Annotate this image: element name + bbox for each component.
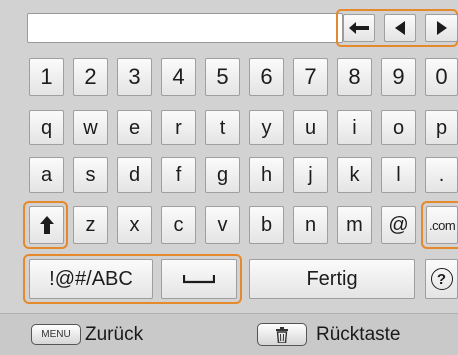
back-label: Zurück xyxy=(85,324,144,345)
keyboard-screen: 1 2 3 4 5 6 7 8 9 0 q w e r t y u i o p … xyxy=(0,0,458,355)
key-letter[interactable]: m xyxy=(337,206,372,244)
key-letter[interactable]: q xyxy=(29,110,64,145)
key-letter[interactable]: a xyxy=(29,157,64,193)
key-letter[interactable]: i xyxy=(337,110,372,145)
key-letter[interactable]: b xyxy=(249,206,284,244)
key-letter[interactable]: f xyxy=(161,157,196,193)
key-letter[interactable]: s xyxy=(73,157,108,193)
key-letter[interactable]: y xyxy=(249,110,284,145)
key-letter[interactable]: r xyxy=(161,110,196,145)
key-letter[interactable]: l xyxy=(381,157,416,193)
shift-arrow-icon xyxy=(39,216,54,234)
dotcom-key[interactable]: .com xyxy=(426,206,458,244)
key-digit[interactable]: 3 xyxy=(117,58,152,96)
key-letter[interactable]: x xyxy=(117,206,152,244)
key-at[interactable]: @ xyxy=(381,206,416,244)
backspace-arrow-button[interactable] xyxy=(343,14,375,42)
key-period[interactable]: . xyxy=(425,157,458,193)
key-digit[interactable]: 0 xyxy=(425,58,458,96)
key-letter[interactable]: k xyxy=(337,157,372,193)
key-letter[interactable]: z xyxy=(73,206,108,244)
backspace-arrow-icon xyxy=(349,22,369,34)
key-letter[interactable]: c xyxy=(161,206,196,244)
done-button[interactable]: Fertig xyxy=(249,259,415,299)
key-digit[interactable]: 6 xyxy=(249,58,284,96)
key-letter[interactable]: h xyxy=(249,157,284,193)
key-letter[interactable]: v xyxy=(205,206,240,244)
cursor-left-button[interactable] xyxy=(384,14,416,42)
symbol-mode-button[interactable]: !@#/ABC xyxy=(29,259,153,299)
text-input[interactable] xyxy=(27,13,343,43)
key-digit[interactable]: 1 xyxy=(29,58,64,96)
menu-button-badge: MENU xyxy=(31,324,81,345)
space-bar-icon xyxy=(183,275,215,284)
key-letter[interactable]: j xyxy=(293,157,328,193)
key-letter[interactable]: u xyxy=(293,110,328,145)
key-digit[interactable]: 5 xyxy=(205,58,240,96)
cursor-left-icon xyxy=(395,21,405,35)
help-button[interactable]: ? xyxy=(425,259,458,299)
space-key[interactable] xyxy=(161,259,237,299)
key-letter[interactable]: w xyxy=(73,110,108,145)
trash-icon xyxy=(276,326,288,343)
cursor-right-button[interactable] xyxy=(425,14,458,42)
key-letter[interactable]: g xyxy=(205,157,240,193)
key-letter[interactable]: t xyxy=(205,110,240,145)
guide-bar: MENU Zurück Rücktaste xyxy=(0,313,458,355)
help-icon: ? xyxy=(430,268,453,290)
key-digit[interactable]: 4 xyxy=(161,58,196,96)
shift-key[interactable] xyxy=(29,206,64,244)
key-letter[interactable]: p xyxy=(425,110,458,145)
key-letter[interactable]: o xyxy=(381,110,416,145)
key-letter[interactable]: d xyxy=(117,157,152,193)
delete-label: Rücktaste xyxy=(316,324,401,345)
key-letter[interactable]: n xyxy=(293,206,328,244)
key-letter[interactable]: e xyxy=(117,110,152,145)
key-digit[interactable]: 9 xyxy=(381,58,416,96)
cursor-right-icon xyxy=(436,21,447,35)
key-digit[interactable]: 8 xyxy=(337,58,372,96)
key-digit[interactable]: 7 xyxy=(293,58,328,96)
key-digit[interactable]: 2 xyxy=(73,58,108,96)
trash-button-badge xyxy=(257,323,307,346)
